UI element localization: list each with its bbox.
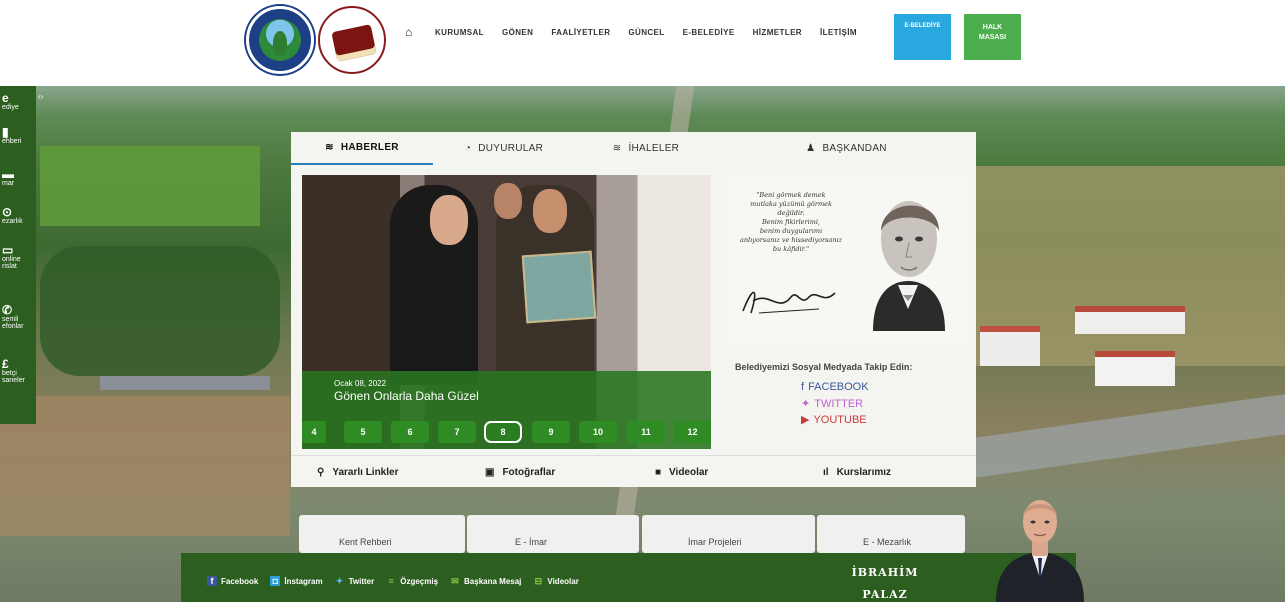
sidebar-item-resmi-telefonlar[interactable]: ✆ semli efonlar xyxy=(2,304,36,330)
tab-videolar[interactable]: ■ Videolar xyxy=(631,456,801,488)
ataturk-quote-banner: "Beni görmek demek mutlaka yüzümü görmek… xyxy=(727,175,969,345)
user-icon: ♟ xyxy=(806,143,816,154)
layers-icon: ≋ xyxy=(325,142,334,153)
nav-iletisim[interactable]: İLETİŞİM xyxy=(820,28,857,37)
youtube-icon: ▶ xyxy=(801,414,810,426)
page-button-active[interactable]: 8 xyxy=(484,421,522,443)
news-title[interactable]: Gönen Onlarla Daha Güzel xyxy=(334,389,479,403)
tab-baskandan[interactable]: ♟ BAŞKANDAN xyxy=(717,132,976,165)
ebelediye-button[interactable]: E-BELEDİYE xyxy=(894,14,951,60)
nav-guncel[interactable]: GÜNCEL xyxy=(628,28,664,37)
home-icon[interactable]: ⌂ xyxy=(405,26,417,38)
page-button[interactable]: 6 xyxy=(391,421,429,443)
page-button[interactable]: 11 xyxy=(627,421,665,443)
facebook-icon: f xyxy=(801,381,805,393)
masasi-label: MASASI xyxy=(978,34,1007,41)
map-icon: ▮ xyxy=(2,125,9,139)
facebook-icon: f xyxy=(207,576,217,586)
book-emblem-logo[interactable] xyxy=(318,6,386,74)
video-camera-icon: ■ xyxy=(655,466,662,478)
page-button[interactable]: 12 xyxy=(674,421,711,443)
social-twitter-link[interactable]: ✦ TWITTER xyxy=(801,397,863,411)
bar-chart-icon: ıl xyxy=(823,466,829,478)
nav-hizmetler[interactable]: HİZMETLER xyxy=(753,28,802,37)
tab-fotograflar[interactable]: ▣ Fotoğraflar xyxy=(461,456,631,488)
pharmacy-icon: £ xyxy=(2,357,9,371)
sidebar-item-kent-rehberi[interactable]: ▮ ehberi xyxy=(2,126,36,145)
card-eimar[interactable]: E - İmar xyxy=(467,515,639,553)
mayor-name: İBRAHİM PALAZ xyxy=(851,566,919,601)
card-icon: ▭ xyxy=(2,243,14,257)
card-emezarlik[interactable]: E - Mezarlık xyxy=(817,515,965,553)
footer-instagram-link[interactable]: ◘ İnstagram xyxy=(270,576,323,586)
halk-label: HALK xyxy=(982,24,1003,31)
sidebar-item-online-tahsilat[interactable]: ▭ online rislat xyxy=(2,244,36,270)
tab-haberler[interactable]: ≋ HABERLER xyxy=(291,132,433,165)
gonen-municipality-logo[interactable] xyxy=(246,6,314,74)
halk-masasi-button[interactable]: HALK MASASI xyxy=(964,14,1021,60)
phone-icon: ✆ xyxy=(2,303,13,317)
sidebar-toggle-icon[interactable]: ‹› xyxy=(38,92,50,102)
list-icon: ≡ xyxy=(388,576,394,586)
footer-links: f Facebook ◘ İnstagram ✦ Twitter ≡ Özgeç… xyxy=(207,576,579,586)
quick-access-sidebar: e ediye ▮ ehberi ▬ mar ⊙ ezarlık ▭ onlin… xyxy=(0,86,36,424)
envelope-icon: ✉ xyxy=(451,576,459,586)
footer-videolar-link[interactable]: ⊟ Videolar xyxy=(533,576,579,586)
social-facebook-link[interactable]: f FACEBOOK xyxy=(801,381,869,393)
sidebar-item-eimar[interactable]: ▬ mar xyxy=(2,168,36,187)
ataturk-portrait xyxy=(873,201,945,331)
ataturk-signature xyxy=(742,291,836,314)
social-follow-title: Belediyemizi Sosyal Medyada Takip Edin: xyxy=(735,362,913,372)
footer-baskana-mesaj-link[interactable]: ✉ Başkana Mesaj xyxy=(450,576,521,586)
news-date: Ocak 08, 2022 xyxy=(334,379,387,388)
ataturk-quote: "Beni görmek demek mutlaka yüzümü görmek… xyxy=(739,191,843,253)
ebelediye-button-label: E-BELEDİYE xyxy=(904,23,941,29)
content-panel: ≋ HABERLER ◔ DUYURULAR ≋ İHALELER ♟ BAŞK… xyxy=(291,132,976,487)
building-icon: ▬ xyxy=(2,167,14,181)
tab-duyurular[interactable]: ◔ DUYURULAR xyxy=(433,132,575,165)
twitter-icon: ✦ xyxy=(801,398,811,410)
footer-bar: f Facebook ◘ İnstagram ✦ Twitter ≡ Özgeç… xyxy=(181,553,1076,602)
tab-kurslarimiz[interactable]: ıl Kurslarımız xyxy=(801,456,976,488)
link-icon: ⚲ xyxy=(317,466,325,478)
film-icon: ⊟ xyxy=(534,576,543,586)
social-youtube-link[interactable]: ▶ YOUTUBE xyxy=(801,413,867,427)
page-button[interactable]: 7 xyxy=(438,421,476,443)
instagram-icon: ◘ xyxy=(270,576,281,586)
page-button[interactable]: 9 xyxy=(532,421,570,443)
sidebar-item-emezarlik[interactable]: ⊙ ezarlık xyxy=(2,206,36,225)
bottom-tabs: ⚲ Yararlı Linkler ▣ Fotoğraflar ■ Videol… xyxy=(291,455,976,487)
clock-icon: ⊙ xyxy=(2,205,13,219)
nav-faaliyetler[interactable]: FAALİYETLER xyxy=(551,28,610,37)
sidebar-item-nobetci-eczaneler[interactable]: £ betçi saneler xyxy=(2,358,36,384)
nav-ebelediye[interactable]: E-BELEDİYE xyxy=(683,28,735,37)
main-nav: ⌂ KURUMSAL GÖNEN FAALİYETLER GÜNCEL E-BE… xyxy=(405,24,857,40)
news-tabs: ≋ HABERLER ◔ DUYURULAR ≋ İHALELER ♟ BAŞK… xyxy=(291,132,976,165)
news-pagination: 4 5 6 7 8 9 10 11 12 xyxy=(302,421,711,443)
twitter-icon: ✦ xyxy=(335,576,344,586)
sidebar-item-ebelediye[interactable]: e ediye xyxy=(2,92,36,111)
page-button[interactable]: 10 xyxy=(579,421,617,443)
nav-kurumsal[interactable]: KURUMSAL xyxy=(435,28,484,37)
ebelediye-icon: e xyxy=(2,91,9,105)
mayor-photo[interactable] xyxy=(994,488,1086,602)
card-imar-projeleri[interactable]: İmar Projeleri xyxy=(642,515,815,553)
image-icon: ▣ xyxy=(485,466,495,478)
footer-ozgecmis-link[interactable]: ≡ Özgeçmiş xyxy=(386,576,438,586)
footer-twitter-link[interactable]: ✦ Twitter xyxy=(335,576,374,586)
site-header: ⌂ KURUMSAL GÖNEN FAALİYETLER GÜNCEL E-BE… xyxy=(0,0,1285,86)
nav-gonen[interactable]: GÖNEN xyxy=(502,28,533,37)
news-slider[interactable]: Ocak 08, 2022 Gönen Onlarla Daha Güzel 4… xyxy=(302,175,711,449)
tab-ihaleler[interactable]: ≋ İHALELER xyxy=(575,132,717,165)
card-kent-rehberi[interactable]: Kent Rehberi xyxy=(299,515,465,553)
rss-icon: ◔ xyxy=(464,143,472,154)
footer-facebook-link[interactable]: f Facebook xyxy=(207,576,258,586)
page-button[interactable]: 4 xyxy=(302,421,326,443)
layers-icon: ≋ xyxy=(612,143,622,154)
tab-yararli-linkler[interactable]: ⚲ Yararlı Linkler xyxy=(291,456,461,488)
page-button[interactable]: 5 xyxy=(344,421,382,443)
